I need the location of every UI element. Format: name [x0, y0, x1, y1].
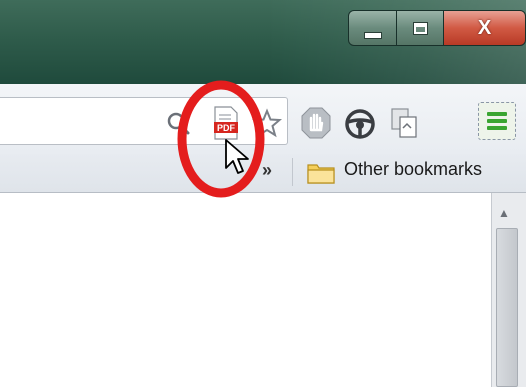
wrench-menu-button[interactable]: [478, 102, 516, 140]
maximize-icon: [412, 21, 428, 35]
minimize-button[interactable]: [348, 10, 397, 46]
pages-icon[interactable]: [388, 106, 420, 140]
scroll-thumb[interactable]: [496, 228, 518, 387]
bookmarks-overflow-chevron[interactable]: »: [262, 160, 272, 181]
search-icon[interactable]: [166, 111, 190, 135]
close-icon: X: [477, 16, 492, 39]
maximize-button[interactable]: [396, 10, 444, 46]
folder-icon[interactable]: [306, 160, 336, 186]
bookmarks-separator: [292, 158, 293, 186]
pdf-icon-label: PDF: [217, 123, 236, 133]
steering-wheel-icon[interactable]: [344, 108, 376, 140]
star-icon[interactable]: [252, 108, 282, 138]
close-button[interactable]: X: [443, 10, 526, 46]
page-content: [0, 193, 490, 387]
hand-extension-icon[interactable]: [300, 106, 332, 140]
scroll-up-arrow[interactable]: ▲: [498, 206, 510, 220]
mouse-cursor-icon: [225, 139, 249, 174]
menu-icon: [487, 112, 507, 130]
pdf-icon[interactable]: PDF: [212, 106, 240, 140]
minimize-icon: [363, 31, 382, 39]
other-bookmarks-label[interactable]: Other bookmarks: [344, 159, 482, 180]
